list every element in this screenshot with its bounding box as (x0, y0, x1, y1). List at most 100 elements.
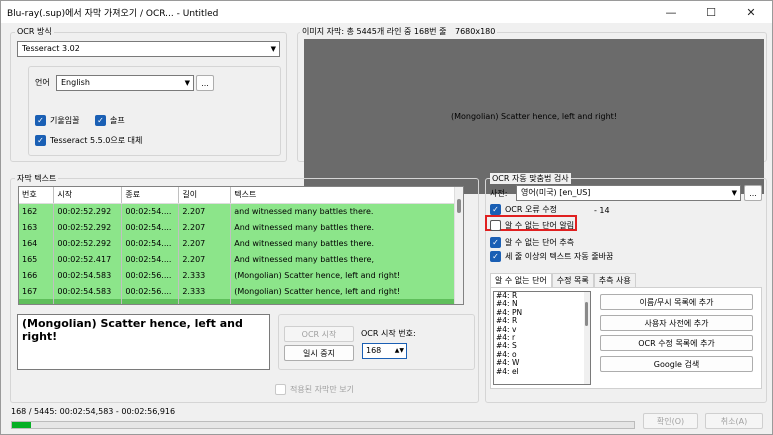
title-bar: Blu-ray(.sup)에서 자막 가져오기 / OCR... - Untit… (1, 1, 772, 23)
dictionary-label: 사전: (490, 189, 508, 198)
dictionary-value: 영어(미국) [en_US] (521, 188, 591, 197)
show-applied-label: 적용된 자막만 보기 (290, 385, 354, 394)
spinner-arrows-icon[interactable]: ▲▼ (395, 344, 404, 357)
spellcheck-label: OCR 자동 맞춤법 검사 (490, 173, 571, 184)
language-select[interactable]: English ▼ (56, 75, 194, 91)
ocr-start-button[interactable]: OCR 시작 (284, 326, 354, 342)
ocr-controls-group (278, 314, 475, 370)
table-cell-dur: 2.333 (178, 299, 232, 304)
dictionary-more-button[interactable]: ... (744, 185, 762, 201)
chevron-down-icon: ▼ (270, 45, 276, 53)
tesseract-checkbox[interactable]: ✓ Tesseract 5.5.0으로 대체 (35, 135, 142, 146)
tab-use-guess[interactable]: 추측 사용 (593, 273, 636, 287)
list-scrollbar[interactable] (584, 292, 590, 384)
spellcheck-tabs: 알 수 없는 단어 수정 목록 추측 사용 (490, 273, 636, 287)
table-cell-dur: 2.207 (178, 203, 232, 219)
start-number-spinner[interactable]: 168 ▲▼ (362, 343, 407, 359)
italic-checkbox[interactable]: ✓ 기울임꼴 (35, 115, 79, 126)
autobreak-checkbox[interactable]: ✓ 세 줄 이상의 텍스트 자동 줄바꿈 (490, 251, 613, 262)
add-names-button[interactable]: 이름/무시 목록에 추가 (600, 294, 753, 310)
language-more-button[interactable]: ... (196, 75, 214, 91)
unknown-words-list[interactable]: #4: R #4: N #4: PN #4: R #4: v #4: r #4: S #4: … (493, 291, 591, 385)
column-header[interactable]: 시작 (53, 187, 123, 204)
guess-unknown-checkbox[interactable]: ✓ 알 수 없는 단어 추측 (490, 237, 574, 248)
table-cell-text: (Mongolian) Scatter hence, left and righ… (230, 267, 457, 283)
start-number-value: 168 (366, 346, 382, 355)
table-cell-dur: 2.207 (178, 219, 232, 235)
table-row[interactable]: 165 00:02:52.417 00:02:54.... 2.207 And witn… (19, 251, 457, 267)
check-icon: ✓ (35, 115, 46, 126)
table-row[interactable]: 164 00:02:52.292 00:02:54.... 2.207 And witn… (19, 235, 457, 251)
table-cell-end: 00:02:54.... (121, 219, 180, 235)
ok-button[interactable]: 확인(O) (643, 413, 698, 429)
table-cell-start: 00:02:54.583 (53, 283, 123, 299)
table-row[interactable]: 16800:02:54.58300:02:56....2.333(Mongoli… (19, 299, 457, 304)
table-row[interactable]: 163 00:02:52.292 00:02:54.... 2.207 And witn… (19, 219, 457, 235)
fix-checkbox[interactable]: ✓ 솔프 (95, 115, 125, 126)
table-cell-end: 00:02:54.... (121, 235, 180, 251)
column-header[interactable]: 번호 (19, 187, 55, 204)
table-cell-start: 00:02:52.292 (53, 219, 123, 235)
fix-ocr-label: OCR 오류 수정 (505, 205, 557, 214)
add-user-dict-button[interactable]: 사용자 사전에 추가 (600, 315, 753, 331)
column-header[interactable]: 텍스트 (230, 187, 457, 204)
tab-fix-list[interactable]: 수정 목록 (551, 273, 594, 287)
column-header[interactable]: 길이 (178, 187, 232, 204)
cancel-button[interactable]: 취소(A) (705, 413, 763, 429)
table-scrollbar[interactable] (454, 187, 463, 304)
fix-ocr-count: - 14 (594, 206, 610, 215)
main-window: Blu-ray(.sup)에서 자막 가져오기 / OCR... - Untit… (0, 0, 773, 435)
table-cell-num: 168 (19, 299, 55, 304)
table-cell-dur: 2.333 (178, 267, 232, 283)
table-row[interactable]: 162 00:02:52.292 00:02:54.... 2.207 and witn… (19, 203, 457, 219)
column-header[interactable]: 종료 (121, 187, 180, 204)
start-number-label: OCR 시작 번호: (361, 329, 416, 338)
add-ocr-fix-button[interactable]: OCR 수정 목록에 추가 (600, 335, 753, 351)
progress-bar (11, 421, 635, 429)
window-title: Blu-ray(.sup)에서 자막 가져오기 / OCR... - Untit… (7, 9, 219, 19)
subtitle-text-label: 자막 텍스트 (15, 173, 59, 184)
minimize-icon[interactable]: — (651, 1, 691, 23)
check-icon: ✓ (490, 251, 501, 262)
table-cell-num: 163 (19, 219, 55, 235)
table-cell-start: 00:02:54.583 (53, 299, 123, 304)
prompt-unknown-label: 알 수 없는 단어 알림 (505, 221, 575, 230)
table-cell-num: 165 (19, 251, 55, 267)
table-cell-dur: 2.207 (178, 251, 232, 267)
language-label: 언어 (35, 78, 50, 87)
table-cell-start: 00:02:52.292 (53, 235, 123, 251)
google-search-button[interactable]: Google 검색 (600, 356, 753, 372)
fix-ocr-checkbox[interactable]: ✓ OCR 오류 수정 (490, 204, 557, 215)
subtitle-text-editor[interactable]: (Mongolian) Scatter hence, left and righ… (17, 314, 270, 370)
table-cell-text: (Mongolian) Scatter hence, left and righ… (230, 283, 457, 299)
table-cell-start: 00:02:52.292 (53, 203, 123, 219)
table-cell-text: (Mongolian) Scatter hence, left and righ… (230, 299, 457, 304)
ocr-method-label: OCR 방식 (15, 26, 54, 37)
subtitle-table[interactable]: 번호 시작 종료 길이 텍스트 162 00:02:52.292 00:02:54.… (18, 186, 464, 305)
table-cell-dur: 2.207 (178, 235, 232, 251)
table-cell-end: 00:02:54.... (121, 251, 180, 267)
table-row[interactable]: 166 00:02:54.583 00:02:56.... 2.333 (Mongoli… (19, 267, 457, 283)
check-icon: ✓ (95, 115, 106, 126)
check-icon: ✓ (490, 237, 501, 248)
close-icon[interactable]: ✕ (731, 1, 771, 23)
ocr-engine-value: Tesseract 3.02 (22, 44, 80, 53)
image-preview-header: 이미지 자막: 총 5445개 라인 중 168번 줄 7680x180 (300, 26, 498, 37)
ocr-engine-select[interactable]: Tesseract 3.02 ▼ (17, 41, 280, 57)
tab-unknown-words[interactable]: 알 수 없는 단어 (490, 273, 552, 287)
scroll-thumb[interactable] (457, 199, 461, 213)
image-preview-header-text: 이미지 자막: 총 5445개 라인 중 168번 줄 (302, 27, 447, 36)
prompt-unknown-checkbox[interactable]: 알 수 없는 단어 알림 (490, 220, 574, 231)
maximize-icon[interactable]: ☐ (691, 1, 731, 23)
table-cell-num: 167 (19, 283, 55, 299)
pause-button[interactable]: 일시 중지 (284, 345, 354, 361)
table-header: 번호 시작 종료 길이 텍스트 (19, 187, 457, 204)
dictionary-select[interactable]: 영어(미국) [en_US] ▼ (516, 185, 741, 201)
table-row[interactable]: 167 00:02:54.583 00:02:56.... 2.333 (Mongoli… (19, 283, 457, 299)
table-cell-start: 00:02:54.583 (53, 267, 123, 283)
table-cell-end: 00:02:56.... (121, 299, 180, 304)
list-item[interactable]: #4: el (496, 367, 590, 376)
show-applied-checkbox[interactable]: 적용된 자막만 보기 (275, 384, 354, 395)
scroll-thumb[interactable] (585, 302, 588, 326)
table-cell-text: and witnessed many battles there. (230, 203, 457, 219)
